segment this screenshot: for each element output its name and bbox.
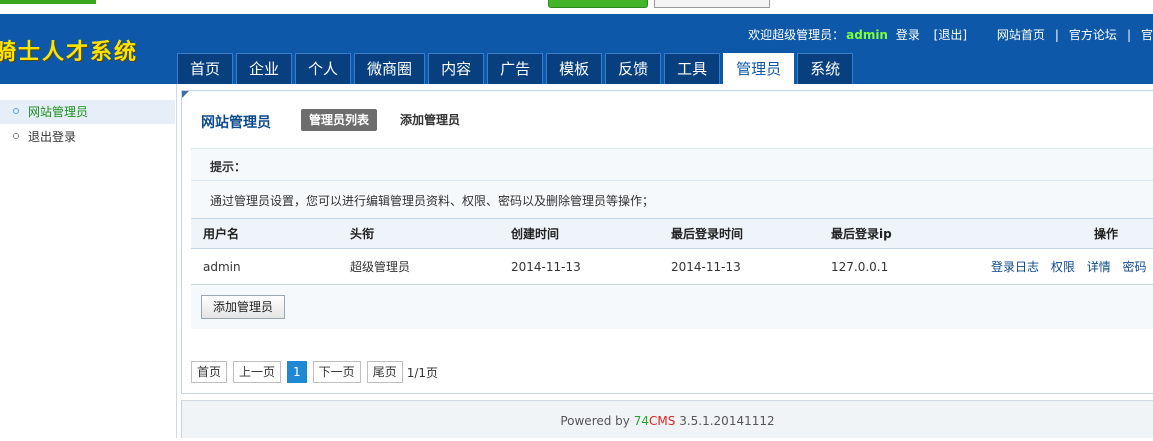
tab-ads[interactable]: 广告 [487, 53, 544, 84]
logo: 骑士人才系统 [0, 40, 139, 65]
site-home-link[interactable]: 网站首页 [997, 28, 1045, 42]
cell-last-login: 2014-11-13 [671, 260, 741, 274]
tip-text: 通过管理员设置，您可以进行编辑管理员资料、权限、密码以及删除管理员等操作； [210, 194, 655, 208]
page-info: 1/1页 [406, 365, 439, 380]
top-user-nav: 欢迎超级管理员： admin 登录 [退出] 网站首页 | 官方论坛 | 官 [748, 26, 1153, 43]
add-admin-button[interactable]: 添加管理员 [201, 295, 285, 319]
page-title: 网站管理员 [201, 115, 271, 131]
permissions-link[interactable]: 权限 [1051, 260, 1075, 274]
cell-created: 2014-11-13 [511, 260, 581, 274]
password-link[interactable]: 密码 [1123, 260, 1147, 274]
main-tabs: 首页 企业 个人 微商圈 内容 广告 模板 反馈 工具 管理员 系统 [177, 53, 856, 84]
tab-administrators[interactable]: 管理员 [723, 53, 795, 84]
welcome-text: 欢迎超级管理员： [748, 28, 845, 42]
sidebar-item-site-admins[interactable]: 网站管理员 [0, 100, 175, 124]
page-next-button[interactable]: 下一页 [312, 361, 361, 383]
browser-top-strip [0, 0, 1153, 14]
tab-feedback[interactable]: 反馈 [605, 53, 662, 84]
cell-title: 超级管理员 [350, 260, 411, 274]
powered-by-text: Powered by [560, 414, 630, 428]
admin-header: 骑士人才系统 欢迎超级管理员： admin 登录 [退出] 网站首页 | 官方论坛 | 官… [0, 14, 1153, 84]
brand-cms[interactable]: CMS [649, 414, 675, 428]
footer: Powered by 74CMS 3.5.1.20141112 [181, 400, 1153, 438]
cell-last-ip: 127.0.0.1 [831, 260, 889, 274]
sidebar-item-logout[interactable]: 退出登录 [0, 125, 175, 149]
col-created: 创建时间 [511, 227, 560, 241]
brand-74[interactable]: 74 [634, 414, 649, 428]
pagination: 首页 上一页 1 下一页 尾页 1/1页 [191, 361, 438, 383]
cell-username: admin [203, 260, 241, 274]
tab-micro-circle[interactable]: 微商圈 [354, 53, 426, 84]
col-last-login: 最后登录时间 [671, 227, 744, 241]
sidebar: 网站管理员 退出登录 [0, 84, 177, 438]
truncated-nav-link[interactable]: 官 [1141, 28, 1153, 42]
nav-separator: | [1054, 28, 1059, 42]
logout-link[interactable]: [退出] [934, 28, 967, 42]
page-prev-button[interactable]: 上一页 [233, 361, 282, 383]
table-action-bar: 添加管理员 [191, 285, 1153, 329]
circle-bullet-icon [13, 133, 19, 139]
login-log-link[interactable]: 登录日志 [991, 260, 1039, 274]
circle-bullet-icon [13, 108, 19, 114]
tab-personal[interactable]: 个人 [295, 53, 352, 84]
col-last-ip: 最后登录ip [831, 227, 892, 241]
page-current[interactable]: 1 [287, 361, 307, 383]
page-first-button[interactable]: 首页 [191, 361, 228, 383]
col-actions: 操作 [1094, 227, 1119, 241]
subtab-add-admin[interactable]: 添加管理员 [392, 109, 468, 131]
table-header: 用户名 头衔 创建时间 最后登录时间 最后登录ip 操作 [191, 218, 1153, 249]
col-username: 用户名 [203, 227, 240, 241]
subtab-admin-list[interactable]: 管理员列表 [301, 109, 378, 131]
tab-templates[interactable]: 模板 [546, 53, 603, 84]
col-title: 头衔 [350, 227, 375, 241]
main-panel: 网站管理员 管理员列表 添加管理员 提示： 通过管理员设置，您可以进行编辑管理员… [181, 90, 1153, 394]
tab-tools[interactable]: 工具 [664, 53, 721, 84]
sidebar-item-label: 退出登录 [28, 130, 77, 144]
corner-triangle-icon [182, 91, 189, 98]
tab-content[interactable]: 内容 [428, 53, 485, 84]
details-link[interactable]: 详情 [1087, 260, 1111, 274]
top-strip-green-bar [0, 0, 96, 4]
top-strip-white-button[interactable] [654, 0, 770, 8]
tip-divider [191, 180, 1153, 181]
tip-title: 提示： [210, 160, 247, 174]
cell-actions: 登录日志 权限 详情 密码 [991, 249, 1147, 285]
official-forum-link[interactable]: 官方论坛 [1069, 28, 1117, 42]
tab-system[interactable]: 系统 [797, 53, 854, 84]
tip-box: 提示： 通过管理员设置，您可以进行编辑管理员资料、权限、密码以及删除管理员等操作… [191, 148, 1153, 219]
tab-home[interactable]: 首页 [177, 53, 234, 84]
login-link[interactable]: 登录 [896, 28, 920, 42]
username: admin [846, 28, 888, 42]
sidebar-item-label: 网站管理员 [28, 105, 89, 119]
nav-separator: | [1126, 28, 1131, 42]
top-strip-green-button[interactable] [548, 0, 648, 8]
table-row: admin 超级管理员 2014-11-13 2014-11-13 127.0.… [191, 249, 1153, 285]
version-text: 3.5.1.20141112 [679, 414, 775, 428]
page-last-button[interactable]: 尾页 [366, 361, 403, 383]
tab-company[interactable]: 企业 [236, 53, 293, 84]
